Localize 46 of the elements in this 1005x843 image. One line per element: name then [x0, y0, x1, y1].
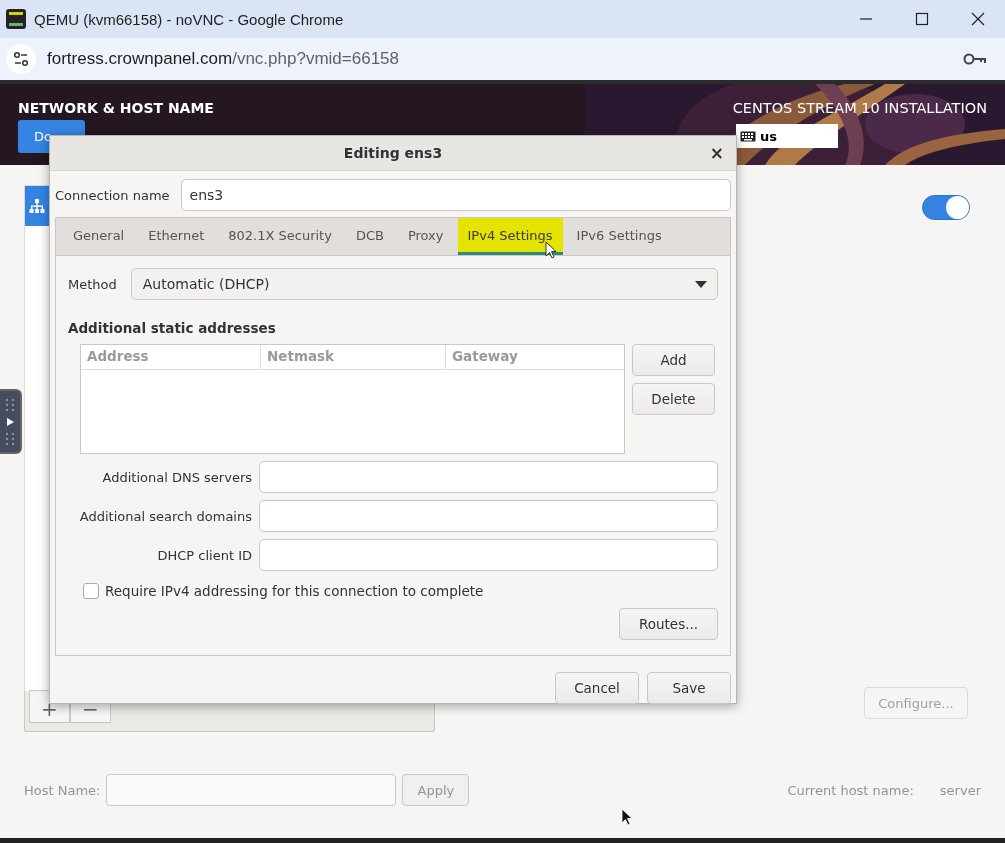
- page-title: NETWORK & HOST NAME: [18, 100, 214, 116]
- host-name-field[interactable]: [106, 774, 397, 806]
- tab[interactable]: Ethernet: [138, 218, 215, 255]
- checkbox-label: Require IPv4 addressing for this connection to complete: [105, 583, 484, 599]
- connection-name-field[interactable]: ens3: [180, 179, 731, 211]
- maximize-icon[interactable]: [915, 12, 929, 26]
- connection-name-label: Connection name: [55, 187, 170, 203]
- keyboard-layout-field[interactable]: us: [736, 124, 838, 148]
- delete-button[interactable]: Delete: [632, 383, 715, 415]
- product-title: CENTOS STREAM 10 INSTALLATION: [732, 100, 987, 116]
- field-label: Additional DNS servers: [101, 469, 252, 485]
- cancel-button[interactable]: Cancel: [555, 672, 639, 704]
- section-title: Additional static addresses: [68, 320, 277, 336]
- caret-icon: [695, 280, 707, 288]
- network-device-icon[interactable]: [25, 186, 49, 226]
- current-host-name-label: Current host name:: [787, 782, 914, 798]
- host-name-label: Host Name:: [24, 782, 101, 798]
- add-button[interactable]: Add: [632, 344, 715, 376]
- method-dropdown[interactable]: Automatic (DHCP): [130, 268, 718, 300]
- keyboard-icon: [740, 130, 756, 142]
- tab[interactable]: IPv6 Settings: [566, 218, 672, 255]
- input-field[interactable]: [259, 461, 718, 493]
- field-label: DHCP client ID: [156, 547, 252, 563]
- routes-button[interactable]: Routes...: [619, 608, 718, 640]
- input-field[interactable]: [259, 500, 718, 532]
- pointer-icon: [621, 808, 633, 826]
- close-icon[interactable]: [971, 12, 985, 26]
- input-field[interactable]: [259, 539, 718, 571]
- window-title: QEMU (kvm66158) - noVNC - Google Chrome: [34, 10, 344, 28]
- dialog-title: Editing ens3: [343, 145, 443, 161]
- current-host-name: server: [939, 782, 981, 798]
- key-icon[interactable]: [963, 52, 987, 66]
- tab[interactable]: General: [63, 218, 135, 255]
- tab[interactable]: IPv4 Settings: [457, 218, 563, 255]
- tab[interactable]: 802.1X Security: [218, 218, 342, 255]
- method-label: Method: [68, 276, 117, 292]
- site-settings-icon[interactable]: [6, 44, 36, 74]
- checkbox[interactable]: [83, 583, 99, 599]
- tab[interactable]: Proxy: [397, 218, 454, 255]
- save-button[interactable]: Save: [647, 672, 731, 704]
- device-toggle[interactable]: [922, 195, 970, 220]
- app-logo-icon: [6, 9, 26, 29]
- close-button[interactable]: ×: [707, 143, 726, 163]
- tab[interactable]: DCB: [345, 218, 394, 255]
- side-panel-handle[interactable]: [0, 389, 22, 454]
- field-label: Additional search domains: [78, 508, 252, 524]
